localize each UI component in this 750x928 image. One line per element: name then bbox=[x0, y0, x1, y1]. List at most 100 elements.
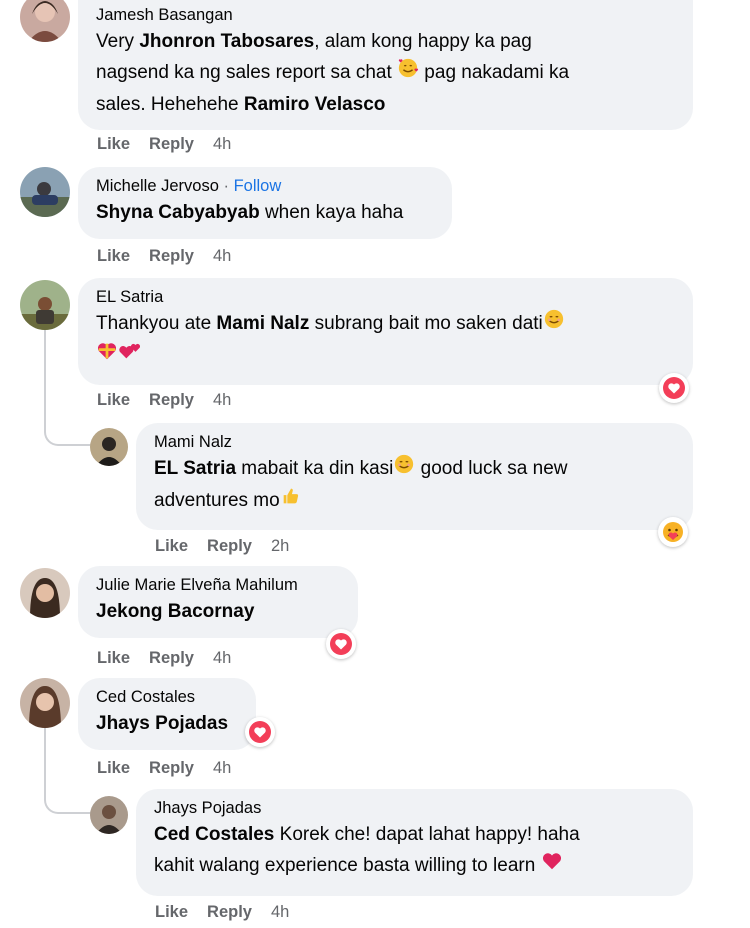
comment-author[interactable]: Ced Costales bbox=[96, 686, 238, 708]
comment-line: adventures mo bbox=[154, 485, 675, 517]
comment-text-part: subrang bait mo saken dati bbox=[309, 313, 543, 335]
comment-line: Thankyou ate Mami Nalz subrang bait mo s… bbox=[96, 308, 675, 340]
comment-text: Very Jhonron Tabosares, alam kong happy … bbox=[96, 26, 675, 120]
comment-bubble: Ced Costales Jhays Pojadas bbox=[78, 678, 256, 750]
comment-author[interactable]: Michelle Jervoso · Follow bbox=[96, 175, 434, 197]
love-reaction-icon[interactable] bbox=[245, 717, 275, 747]
comment-text-part: kahit walang experience basta willing to… bbox=[154, 855, 541, 877]
tagged-name[interactable]: Jhays Pojadas bbox=[96, 713, 228, 734]
like-button[interactable]: Like bbox=[97, 247, 130, 265]
comment-line: Very Jhonron Tabosares, alam kong happy … bbox=[96, 26, 675, 57]
comment-actions: Like Reply 2h bbox=[155, 537, 308, 556]
smiling-face-emoji bbox=[393, 453, 415, 485]
tagged-name[interactable]: EL Satria bbox=[154, 458, 236, 479]
comment-text-part: adventures mo bbox=[154, 490, 280, 512]
thumbs-up-emoji bbox=[280, 485, 302, 517]
love-reaction-icon[interactable] bbox=[659, 373, 689, 403]
timestamp[interactable]: 4h bbox=[213, 649, 231, 667]
comment-line bbox=[96, 340, 675, 372]
comment-text: Thankyou ate Mami Nalz subrang bait mo s… bbox=[96, 308, 675, 372]
comment-text-part: mabait ka din kasi bbox=[236, 458, 394, 480]
tagged-name[interactable]: Jhonron Tabosares bbox=[139, 31, 314, 52]
comment-text-part: Very bbox=[96, 31, 140, 52]
tagged-name[interactable]: Shyna Cabyabyab bbox=[96, 202, 260, 223]
comment-text-part: sales. Hehehehe bbox=[96, 94, 244, 115]
timestamp[interactable]: 2h bbox=[271, 537, 289, 555]
like-button[interactable]: Like bbox=[97, 391, 130, 409]
smiling-face-emoji bbox=[543, 308, 565, 340]
comment-author[interactable]: EL Satria bbox=[96, 286, 675, 308]
reply-button[interactable]: Reply bbox=[207, 903, 252, 921]
avatar[interactable] bbox=[20, 280, 70, 330]
comment-author[interactable]: Jhays Pojadas bbox=[154, 797, 675, 819]
reply-button[interactable]: Reply bbox=[207, 537, 252, 555]
comment-actions: Like Reply 4h bbox=[97, 759, 250, 778]
like-button[interactable]: Like bbox=[155, 903, 188, 921]
timestamp[interactable]: 4h bbox=[213, 759, 231, 777]
comment-bubble: EL Satria Thankyou ate Mami Nalz subrang… bbox=[78, 278, 693, 385]
smiling-face-with-hearts-emoji bbox=[397, 57, 419, 89]
reply-button[interactable]: Reply bbox=[149, 247, 194, 265]
comment-bubble: Michelle Jervoso · Follow Shyna Cabyabya… bbox=[78, 167, 452, 239]
comment-line: Shyna Cabyabyab when kaya haha bbox=[96, 197, 434, 228]
reply-button[interactable]: Reply bbox=[149, 135, 194, 153]
comment-text: EL Satria mabait ka din kasi good luck s… bbox=[154, 453, 675, 517]
timestamp[interactable]: 4h bbox=[213, 135, 231, 153]
tagged-name[interactable]: Ramiro Velasco bbox=[244, 94, 386, 115]
comment-actions: Like Reply 4h bbox=[97, 391, 250, 410]
comment-text-part: , alam kong happy ka pag bbox=[314, 31, 532, 52]
avatar[interactable] bbox=[20, 0, 70, 42]
heart-with-ribbon-emoji bbox=[96, 340, 118, 372]
avatar[interactable] bbox=[90, 428, 128, 466]
red-heart-emoji bbox=[541, 850, 563, 882]
avatar[interactable] bbox=[20, 678, 70, 728]
comment-author[interactable]: Jamesh Basangan bbox=[96, 4, 675, 26]
comment-bubble: Jhays Pojadas Ced Costales Korek che! da… bbox=[136, 789, 693, 896]
comment-line: kahit walang experience basta willing to… bbox=[154, 850, 675, 882]
comment-text: Shyna Cabyabyab when kaya haha bbox=[96, 197, 434, 228]
comment-actions: Like Reply 4h bbox=[155, 903, 308, 922]
reply-button[interactable]: Reply bbox=[149, 759, 194, 777]
comment-bubble: Julie Marie Elveña Mahilum Jekong Bacorn… bbox=[78, 566, 358, 638]
comment-text: Jekong Bacornay bbox=[96, 596, 340, 627]
timestamp[interactable]: 4h bbox=[271, 903, 289, 921]
reply-button[interactable]: Reply bbox=[149, 649, 194, 667]
avatar[interactable] bbox=[20, 167, 70, 217]
comment-text-part: Thankyou ate bbox=[96, 313, 217, 335]
comment-author[interactable]: Mami Nalz bbox=[154, 431, 675, 453]
like-button[interactable]: Like bbox=[155, 537, 188, 555]
timestamp[interactable]: 4h bbox=[213, 247, 231, 265]
comment-text-part: pag nakadami ka bbox=[419, 62, 570, 84]
timestamp[interactable]: 4h bbox=[213, 391, 231, 409]
comment-text-part: nagsend ka ng sales report sa chat bbox=[96, 62, 398, 84]
reply-button[interactable]: Reply bbox=[149, 391, 194, 409]
tagged-name[interactable]: Ced Costales bbox=[154, 824, 274, 845]
comment-author[interactable]: Julie Marie Elveña Mahilum bbox=[96, 574, 340, 596]
love-reaction-icon[interactable] bbox=[326, 629, 356, 659]
comment-bubble: Jamesh Basangan Very Jhonron Tabosares, … bbox=[78, 0, 693, 130]
comment-line: Ced Costales Korek che! dapat lahat happ… bbox=[154, 819, 675, 850]
comment-line: Jhays Pojadas bbox=[96, 708, 238, 739]
two-hearts-emoji bbox=[118, 340, 142, 372]
like-button[interactable]: Like bbox=[97, 759, 130, 777]
comment-actions: Like Reply 4h bbox=[97, 135, 250, 154]
comment-text: Jhays Pojadas bbox=[96, 708, 238, 739]
comment-bubble: Mami Nalz EL Satria mabait ka din kasi g… bbox=[136, 423, 693, 530]
comment-text-part: good luck sa new bbox=[415, 458, 568, 480]
comment-text: Ced Costales Korek che! dapat lahat happ… bbox=[154, 819, 675, 882]
care-reaction-icon[interactable] bbox=[658, 517, 688, 547]
tagged-name[interactable]: Jekong Bacornay bbox=[96, 601, 254, 622]
comment-line: EL Satria mabait ka din kasi good luck s… bbox=[154, 453, 675, 485]
comment-line: nagsend ka ng sales report sa chat pag n… bbox=[96, 57, 675, 89]
avatar[interactable] bbox=[20, 568, 70, 618]
tagged-name[interactable]: Mami Nalz bbox=[216, 313, 309, 334]
avatar[interactable] bbox=[90, 796, 128, 834]
comment-text-part: when kaya haha bbox=[259, 202, 404, 223]
like-button[interactable]: Like bbox=[97, 649, 130, 667]
comment-actions: Like Reply 4h bbox=[97, 649, 250, 668]
comment-actions: Like Reply 4h bbox=[97, 247, 250, 266]
comment-text-part: Korek che! dapat lahat happy! haha bbox=[274, 824, 580, 845]
like-button[interactable]: Like bbox=[97, 135, 130, 153]
comment-line: sales. Hehehehe Ramiro Velasco bbox=[96, 89, 675, 120]
follow-button[interactable]: Follow bbox=[234, 177, 282, 195]
